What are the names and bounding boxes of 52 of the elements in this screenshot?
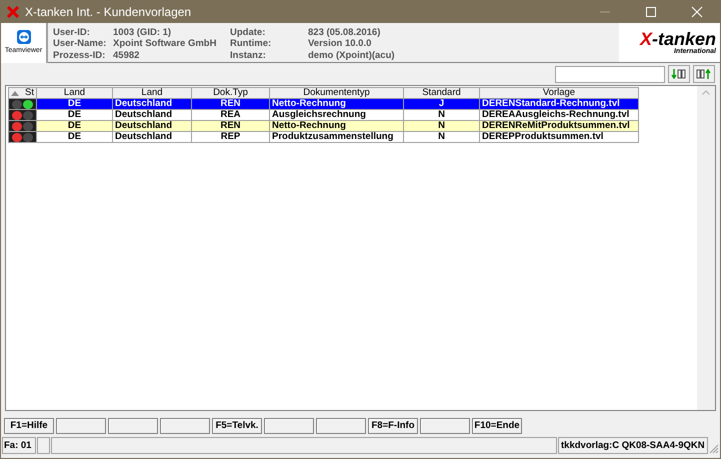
table-row[interactable]: DE Deutschland REN Netto-Rechnung N DERENReMitProduktsummen.tvl [8, 120, 638, 132]
blank-key-button[interactable] [108, 418, 158, 434]
blank-key-button[interactable] [264, 418, 314, 434]
table-cell: DEREPProduktsummen.tvl [480, 132, 638, 142]
teamviewer-icon [16, 30, 30, 44]
info-value: demo (Xpoint)(acu) [308, 50, 396, 62]
table-cell: Deutschland [112, 132, 192, 142]
info-value: 1003 (GID: 1) [113, 28, 172, 39]
info-value: Version 10.0.0 [308, 39, 372, 51]
status-company: Fa: 01 [2, 437, 36, 454]
table-row[interactable]: DE Deutschland REA Ausgleichsrechnung N DEREAAusgleichs-Rechnung.tvl [8, 110, 638, 120]
table-cell: N [404, 132, 480, 142]
info-label: Runtime: [230, 39, 272, 51]
blank-key-button[interactable] [160, 418, 210, 434]
status-program: tkkdvorlag:C QK08-SAA4-9QKN [558, 437, 708, 454]
column-header[interactable]: Land [112, 88, 192, 98]
search-field[interactable] [555, 66, 665, 82]
function-key-button[interactable]: F5=Telvk. [212, 418, 262, 434]
blank-key-button[interactable] [420, 418, 470, 434]
info-value: 823 (05.08.2016) [308, 28, 382, 39]
column-header[interactable]: Dokumententyp [270, 88, 404, 98]
column-header[interactable]: Vorlage [480, 88, 638, 98]
sort-descending-button[interactable] [668, 65, 690, 83]
info-label: Update: [230, 28, 266, 39]
table-cell: Produktzusammenstellung [270, 132, 404, 142]
table-cell: REP [192, 132, 270, 142]
sort-ascending-button[interactable] [693, 65, 715, 83]
table-row[interactable]: DE Deutschland REP Produktzusammenstellung N DEREPProduktsummen.tvl [8, 132, 638, 142]
scrollbar[interactable] [697, 86, 715, 410]
arrow-down-icon [671, 69, 687, 79]
blank-key-button[interactable] [316, 418, 366, 434]
info-label: User-ID: [53, 28, 91, 40]
info-label: Instanz: [230, 50, 267, 62]
window-title: X-tanken Int. - Kundenvorlagen [25, 4, 192, 21]
sort-indicator-icon [11, 90, 19, 96]
arrow-up-icon [696, 69, 712, 79]
column-header[interactable]: Standard [404, 88, 480, 98]
blank-key-button[interactable] [56, 418, 106, 434]
app-icon [7, 6, 19, 18]
column-header[interactable]: Land [36, 88, 112, 98]
column-header[interactable]: Dok.Typ [192, 88, 270, 98]
function-key-button[interactable]: F8=F-Info [368, 418, 418, 434]
info-value: 45982 [113, 50, 140, 62]
info-label: User-Name: [53, 39, 108, 51]
resize-grip-icon[interactable] [709, 444, 719, 454]
info-label: Prozess-ID: [53, 50, 106, 62]
function-key-button[interactable]: F10=Ende [472, 418, 522, 434]
status-field [37, 437, 50, 454]
table-row[interactable]: DE Deutschland REN Netto-Rechnung J DERENStandard-Rechnung.tvl [8, 98, 638, 110]
info-value: Xpoint Software GmbH [113, 39, 218, 51]
function-key-button[interactable]: F1=Hilfe [4, 418, 54, 434]
table-cell: DE [36, 132, 112, 142]
